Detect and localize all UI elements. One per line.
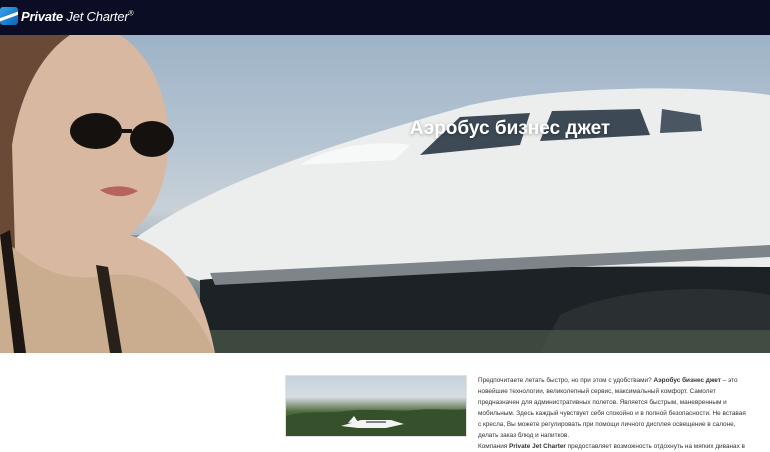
content-section: Предпочитаете летать быстро, но при этом…	[0, 353, 770, 450]
article-p1-body: – это новейшие технологии, великолепный …	[478, 377, 746, 439]
article-text: Предпочитаете летать быстро, но при этом…	[478, 375, 746, 452]
site-logo[interactable]: Private Jet Charter®	[0, 5, 134, 27]
top-navigation-bar: Private Jet Charter®	[0, 0, 770, 35]
airplane-swoosh-icon	[0, 7, 18, 25]
logo-text: Private Jet Charter®	[21, 8, 134, 24]
article-p2-intro: Компания	[478, 443, 510, 450]
hero-image	[0, 35, 770, 353]
article-paragraph-1: Предпочитаете летать быстро, но при этом…	[478, 375, 746, 441]
article-p2-body: предоставляет возможность отдохнуть на м…	[565, 443, 745, 450]
logo-word: Jet Charter	[66, 8, 129, 24]
hero-banner: Аэробус бизнес джет	[0, 35, 770, 353]
jet-thumbnail	[286, 409, 466, 436]
article-p1-intro: Предпочитаете летать быстро, но при этом…	[478, 377, 652, 384]
hero-title: Аэробус бизнес джет	[409, 117, 611, 139]
logo-brand: Private	[21, 8, 63, 24]
article-p1-highlight: Аэробус бизнес джет	[653, 377, 721, 384]
article-p2-company: Private Jet Charter	[509, 443, 566, 450]
registered-mark: ®	[128, 10, 134, 18]
article-image	[285, 375, 467, 437]
article-paragraph-2: Компания Private Jet Charter предоставля…	[478, 441, 746, 452]
